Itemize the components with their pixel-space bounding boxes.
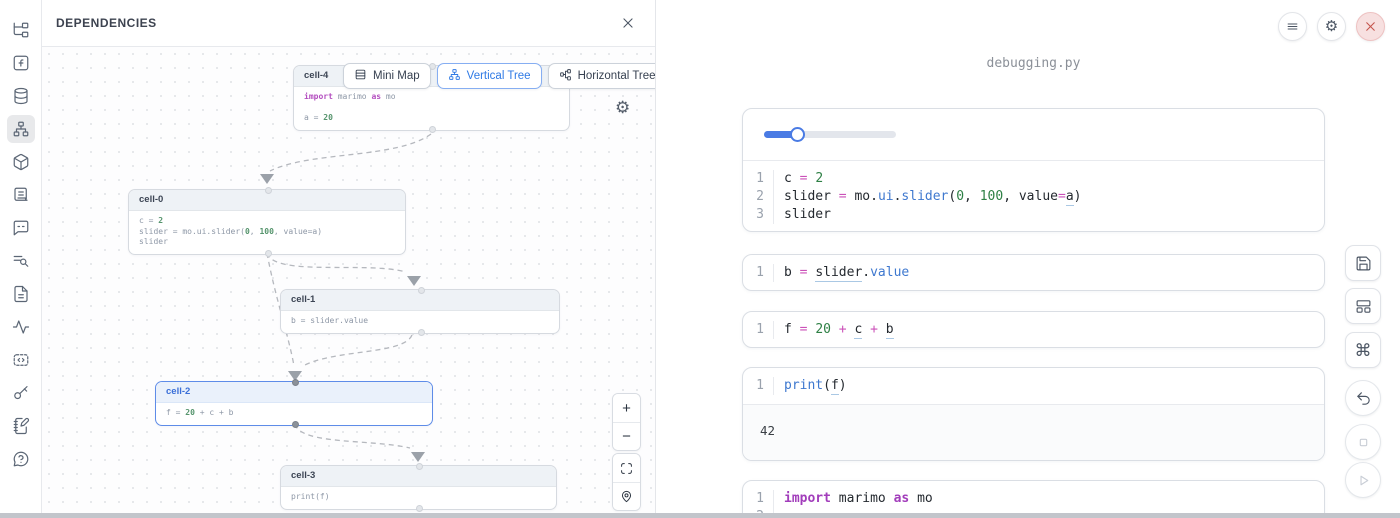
graph-node-title: cell-0 [129, 190, 405, 211]
mini-map-button[interactable]: Mini Map [343, 63, 431, 89]
code-line[interactable]: c = 2 [773, 170, 1324, 188]
graph-code-line: c = 2 [139, 216, 395, 227]
horizontal-tree-button[interactable]: Horizontal Tree [548, 63, 655, 89]
notebook-cell-slider: 1c = 2 2slider = mo.ui.slider(0, 100, va… [742, 108, 1325, 232]
notebook-cell-print: 1print(f) 42 [742, 367, 1325, 461]
help-icon[interactable] [7, 445, 35, 473]
graph-node-cell-1[interactable]: cell-1 b = slider.value [280, 289, 560, 334]
graph-node-cell-0[interactable]: cell-0 c = 2 slider = mo.ui.slider(0, 10… [128, 189, 406, 255]
line-number: 1 [743, 264, 773, 282]
line-number: 3 [743, 206, 773, 224]
code-line[interactable]: slider = mo.ui.slider(0, 100, value=a) [773, 188, 1324, 206]
code-line[interactable]: slider [773, 206, 1324, 224]
cell-console-output: 42 [743, 404, 1324, 461]
graph-code-line: print(f) [291, 492, 546, 503]
dependency-graph-canvas[interactable]: cell-4 import marimo as mo a = 20 cell-0… [42, 47, 655, 518]
line-number: 1 [743, 321, 773, 339]
code-line[interactable]: print(f) [773, 377, 1324, 395]
notebook-area: debugging.py ⚙ 1c = 2 2slider = mo.ui.sl… [656, 0, 1400, 518]
graph-node-title: cell-3 [281, 466, 556, 487]
notebook-filename: debugging.py [742, 56, 1325, 71]
dependencies-panel: DEPENDENCIES cell [42, 0, 656, 518]
zoom-out-button[interactable]: − [613, 422, 640, 450]
graph-code-line: slider = mo.ui.slider(0, 100, value=a) [139, 227, 395, 238]
graph-node-title: cell-2 [156, 382, 432, 403]
sidebar [0, 0, 42, 518]
locate-node-icon[interactable] [613, 482, 640, 510]
scratchpad-icon[interactable] [7, 412, 35, 440]
graph-code-line: a = 20 [304, 113, 559, 124]
mini-map-icon [354, 68, 367, 84]
fit-view-icon[interactable] [613, 454, 640, 482]
vertical-tree-icon [448, 68, 461, 84]
dependencies-icon[interactable] [7, 115, 35, 143]
tracing-icon[interactable] [7, 313, 35, 341]
outline-icon[interactable] [7, 346, 35, 374]
graph-code-line [304, 103, 559, 114]
documentation-icon[interactable] [7, 181, 35, 209]
functions-icon[interactable] [7, 49, 35, 77]
marimo-app: DEPENDENCIES cell [0, 0, 1400, 518]
shutdown-close-icon[interactable] [1356, 12, 1385, 41]
notebook-menu-icon[interactable] [1278, 12, 1307, 41]
cell-editor[interactable]: 1print(f) [743, 368, 1324, 404]
graph-view-toolbar: Mini Map Vertical Tree Horizontal Tree [343, 63, 655, 89]
code-line[interactable]: b = slider.value [773, 264, 1324, 282]
cell-editor[interactable]: 1c = 2 2slider = mo.ui.slider(0, 100, va… [743, 161, 1324, 232]
horizontal-tree-icon [559, 68, 572, 84]
zoom-in-button[interactable]: + [613, 394, 640, 422]
line-number: 1 [743, 170, 773, 188]
line-number: 1 [743, 490, 773, 508]
graph-zoom-controls: + − [612, 393, 641, 511]
code-line[interactable]: f = 20 + c + b [773, 321, 1324, 339]
graph-node-title: cell-1 [281, 290, 559, 311]
code-line[interactable]: import marimo as mo [773, 490, 1324, 508]
notebook-settings-gear-icon[interactable]: ⚙ [1317, 12, 1346, 41]
run-all-play-icon[interactable] [1345, 462, 1381, 498]
graph-code-line: b = slider.value [291, 316, 549, 327]
slider-thumb[interactable] [790, 127, 805, 142]
panel-close-icon[interactable] [619, 14, 637, 32]
save-icon[interactable] [1345, 245, 1381, 281]
packages-icon[interactable] [7, 148, 35, 176]
cell-editor[interactable]: 1f = 20 + c + b [743, 312, 1324, 348]
panel-title: DEPENDENCIES [56, 16, 157, 30]
graph-code-line: slider [139, 237, 395, 248]
slider-widget[interactable] [764, 131, 896, 138]
dependencies-panel-header: DEPENDENCIES [42, 0, 655, 47]
vertical-tree-button[interactable]: Vertical Tree [437, 63, 542, 89]
notebook-cell-b: 1b = slider.value [742, 254, 1325, 291]
ai-chat-icon[interactable] [7, 214, 35, 242]
graph-node-cell-3[interactable]: cell-3 print(f) [280, 465, 557, 510]
undo-icon[interactable] [1345, 380, 1381, 416]
line-number: 1 [743, 377, 773, 395]
horizontal-scrollbar[interactable] [0, 513, 1400, 518]
layout-toggle-icon[interactable] [1345, 288, 1381, 324]
secrets-icon[interactable] [7, 379, 35, 407]
datasources-icon[interactable] [7, 82, 35, 110]
line-number: 2 [743, 188, 773, 206]
notebook-cell-f: 1f = 20 + c + b [742, 311, 1325, 348]
graph-node-cell-2-selected[interactable]: cell-2 f = 20 + c + b [155, 381, 433, 426]
file-tree-icon[interactable] [7, 16, 35, 44]
keyboard-shortcuts-icon[interactable]: ⌘ [1345, 332, 1381, 368]
graph-settings-gear-icon[interactable]: ⚙ [615, 99, 630, 116]
stop-icon[interactable] [1345, 424, 1381, 460]
logs-icon[interactable] [7, 247, 35, 275]
graph-code-line: f = 20 + c + b [166, 408, 422, 419]
graph-code-line: import marimo as mo [304, 92, 559, 103]
cell-output-slider [743, 109, 1324, 161]
cell-editor[interactable]: 1b = slider.value [743, 255, 1324, 291]
snippets-icon[interactable] [7, 280, 35, 308]
